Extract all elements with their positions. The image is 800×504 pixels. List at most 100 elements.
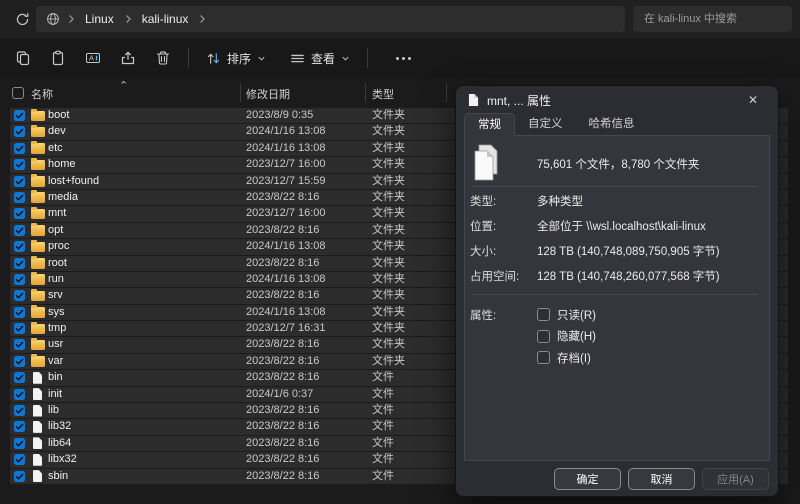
paste-button[interactable]	[40, 43, 75, 73]
share-button[interactable]	[110, 43, 145, 73]
row-checkbox[interactable]	[14, 306, 25, 318]
close-button[interactable]: ✕	[740, 89, 766, 111]
attribute-option[interactable]: 只读(R)	[537, 304, 759, 326]
refresh-button[interactable]	[12, 11, 32, 28]
row-checkbox[interactable]	[14, 273, 25, 285]
row-date: 2023/12/7 16:00	[246, 207, 326, 220]
sort-button[interactable]: 排序	[197, 43, 275, 73]
dialog-tab[interactable]: 自定义	[515, 113, 576, 135]
attributes-label: 属性:	[470, 310, 497, 322]
check-icon	[15, 325, 24, 332]
row-checkbox[interactable]	[14, 142, 25, 154]
file-icon	[33, 453, 42, 466]
row-checkbox[interactable]	[14, 405, 25, 417]
file-count-summary: 75,601 个文件，8,780 个文件夹	[537, 159, 700, 171]
search-input[interactable]	[633, 6, 792, 32]
sort-ascending-icon: ⌃	[119, 80, 129, 92]
row-checkbox[interactable]	[14, 110, 25, 121]
row-date: 2024/1/16 13:08	[246, 125, 326, 138]
property-field-row: 位置: 全部位于 \\wsl.localhost\kali-linux	[470, 215, 759, 240]
row-checkbox[interactable]	[14, 159, 25, 171]
rename-button[interactable]: A	[75, 43, 110, 73]
dialog-tab[interactable]: 常规	[464, 113, 515, 136]
more-button[interactable]	[386, 56, 421, 60]
row-checkbox[interactable]	[14, 470, 25, 482]
view-button[interactable]: 查看	[281, 43, 359, 73]
check-icon	[15, 260, 24, 267]
refresh-icon	[16, 13, 28, 26]
file-icon	[33, 388, 42, 401]
check-icon	[15, 161, 24, 168]
check-icon	[15, 276, 24, 283]
breadcrumb-item-linux[interactable]: Linux	[82, 11, 117, 27]
row-type: 文件夹	[372, 338, 405, 351]
row-type: 文件夹	[372, 240, 405, 253]
row-type: 文件夹	[372, 322, 405, 335]
row-checkbox[interactable]	[14, 257, 25, 269]
row-checkbox[interactable]	[14, 372, 25, 384]
row-checkbox[interactable]	[14, 339, 25, 351]
dialog-title-bar: mnt, ... 属性 ✕	[456, 86, 778, 114]
check-icon	[15, 440, 24, 447]
column-header-name[interactable]: 名称	[31, 86, 53, 102]
folder-icon	[31, 288, 45, 302]
dialog-tab[interactable]: 哈希信息	[576, 113, 648, 135]
row-checkbox[interactable]	[14, 175, 25, 187]
check-icon	[15, 194, 24, 201]
row-checkbox[interactable]	[14, 191, 25, 203]
attribute-option[interactable]: 隐藏(H)	[537, 326, 759, 348]
ok-button[interactable]: 确定	[554, 467, 621, 490]
row-checkbox[interactable]	[14, 323, 25, 335]
row-checkbox[interactable]	[14, 224, 25, 236]
summary-row: 75,601 个文件，8,780 个文件夹	[470, 142, 759, 186]
row-checkbox[interactable]	[14, 437, 25, 449]
column-header-type[interactable]: 类型	[372, 86, 394, 102]
command-toolbar: A 排序 查看	[0, 38, 800, 78]
apply-button[interactable]: 应用(A)	[702, 467, 769, 490]
attributes-section: 属性: 只读(R) 隐藏(H) 存档(I)	[470, 304, 759, 369]
breadcrumb-item-kali-linux[interactable]: kali-linux	[139, 11, 192, 27]
row-checkbox[interactable]	[14, 290, 25, 302]
folder-icon	[31, 354, 45, 367]
file-name: boot	[48, 109, 70, 121]
dialog-button-bar: 确定 取消 应用(A)	[456, 461, 778, 496]
folder-icon	[31, 223, 45, 236]
address-bar[interactable]: Linux kali-linux	[36, 6, 625, 32]
check-icon	[15, 358, 24, 365]
file-name: lib	[48, 404, 60, 417]
row-checkbox[interactable]	[14, 126, 25, 138]
attribute-checkbox[interactable]	[537, 308, 550, 322]
column-header-date[interactable]: 修改日期	[246, 86, 290, 102]
row-checkbox[interactable]	[14, 454, 25, 466]
delete-button[interactable]	[145, 43, 180, 73]
file-icon	[33, 420, 42, 433]
sort-arrows-icon	[207, 52, 220, 64]
file-name: tmp	[48, 322, 67, 335]
attribute-checkbox[interactable]	[537, 329, 550, 343]
file-name: root	[48, 256, 67, 269]
folder-icon	[31, 174, 45, 187]
attribute-option[interactable]: 存档(I)	[537, 347, 759, 369]
check-icon	[15, 243, 24, 250]
column-divider[interactable]	[446, 83, 447, 102]
row-checkbox[interactable]	[14, 388, 25, 400]
field-value: 128 TB (140,748,089,750,905 字节)	[537, 246, 720, 258]
check-icon	[15, 407, 24, 414]
field-label: 位置:	[470, 221, 497, 233]
row-checkbox[interactable]	[14, 421, 25, 433]
select-all-checkbox[interactable]	[12, 87, 24, 99]
dialog-tabs: 常规 自定义 哈希信息	[464, 113, 648, 136]
row-checkbox[interactable]	[14, 355, 25, 367]
folder-icon	[31, 124, 45, 138]
column-divider[interactable]	[365, 83, 366, 102]
cancel-button[interactable]: 取消	[628, 467, 695, 490]
list-lines-icon	[291, 54, 304, 62]
row-type: 文件夹	[372, 223, 405, 236]
attribute-checkbox[interactable]	[537, 351, 550, 365]
file-name: mnt	[48, 207, 67, 220]
row-checkbox[interactable]	[14, 241, 25, 253]
column-divider[interactable]	[240, 83, 241, 102]
row-checkbox[interactable]	[14, 208, 25, 220]
row-date: 2024/1/16 13:08	[246, 240, 326, 253]
copy-button[interactable]	[5, 43, 40, 73]
